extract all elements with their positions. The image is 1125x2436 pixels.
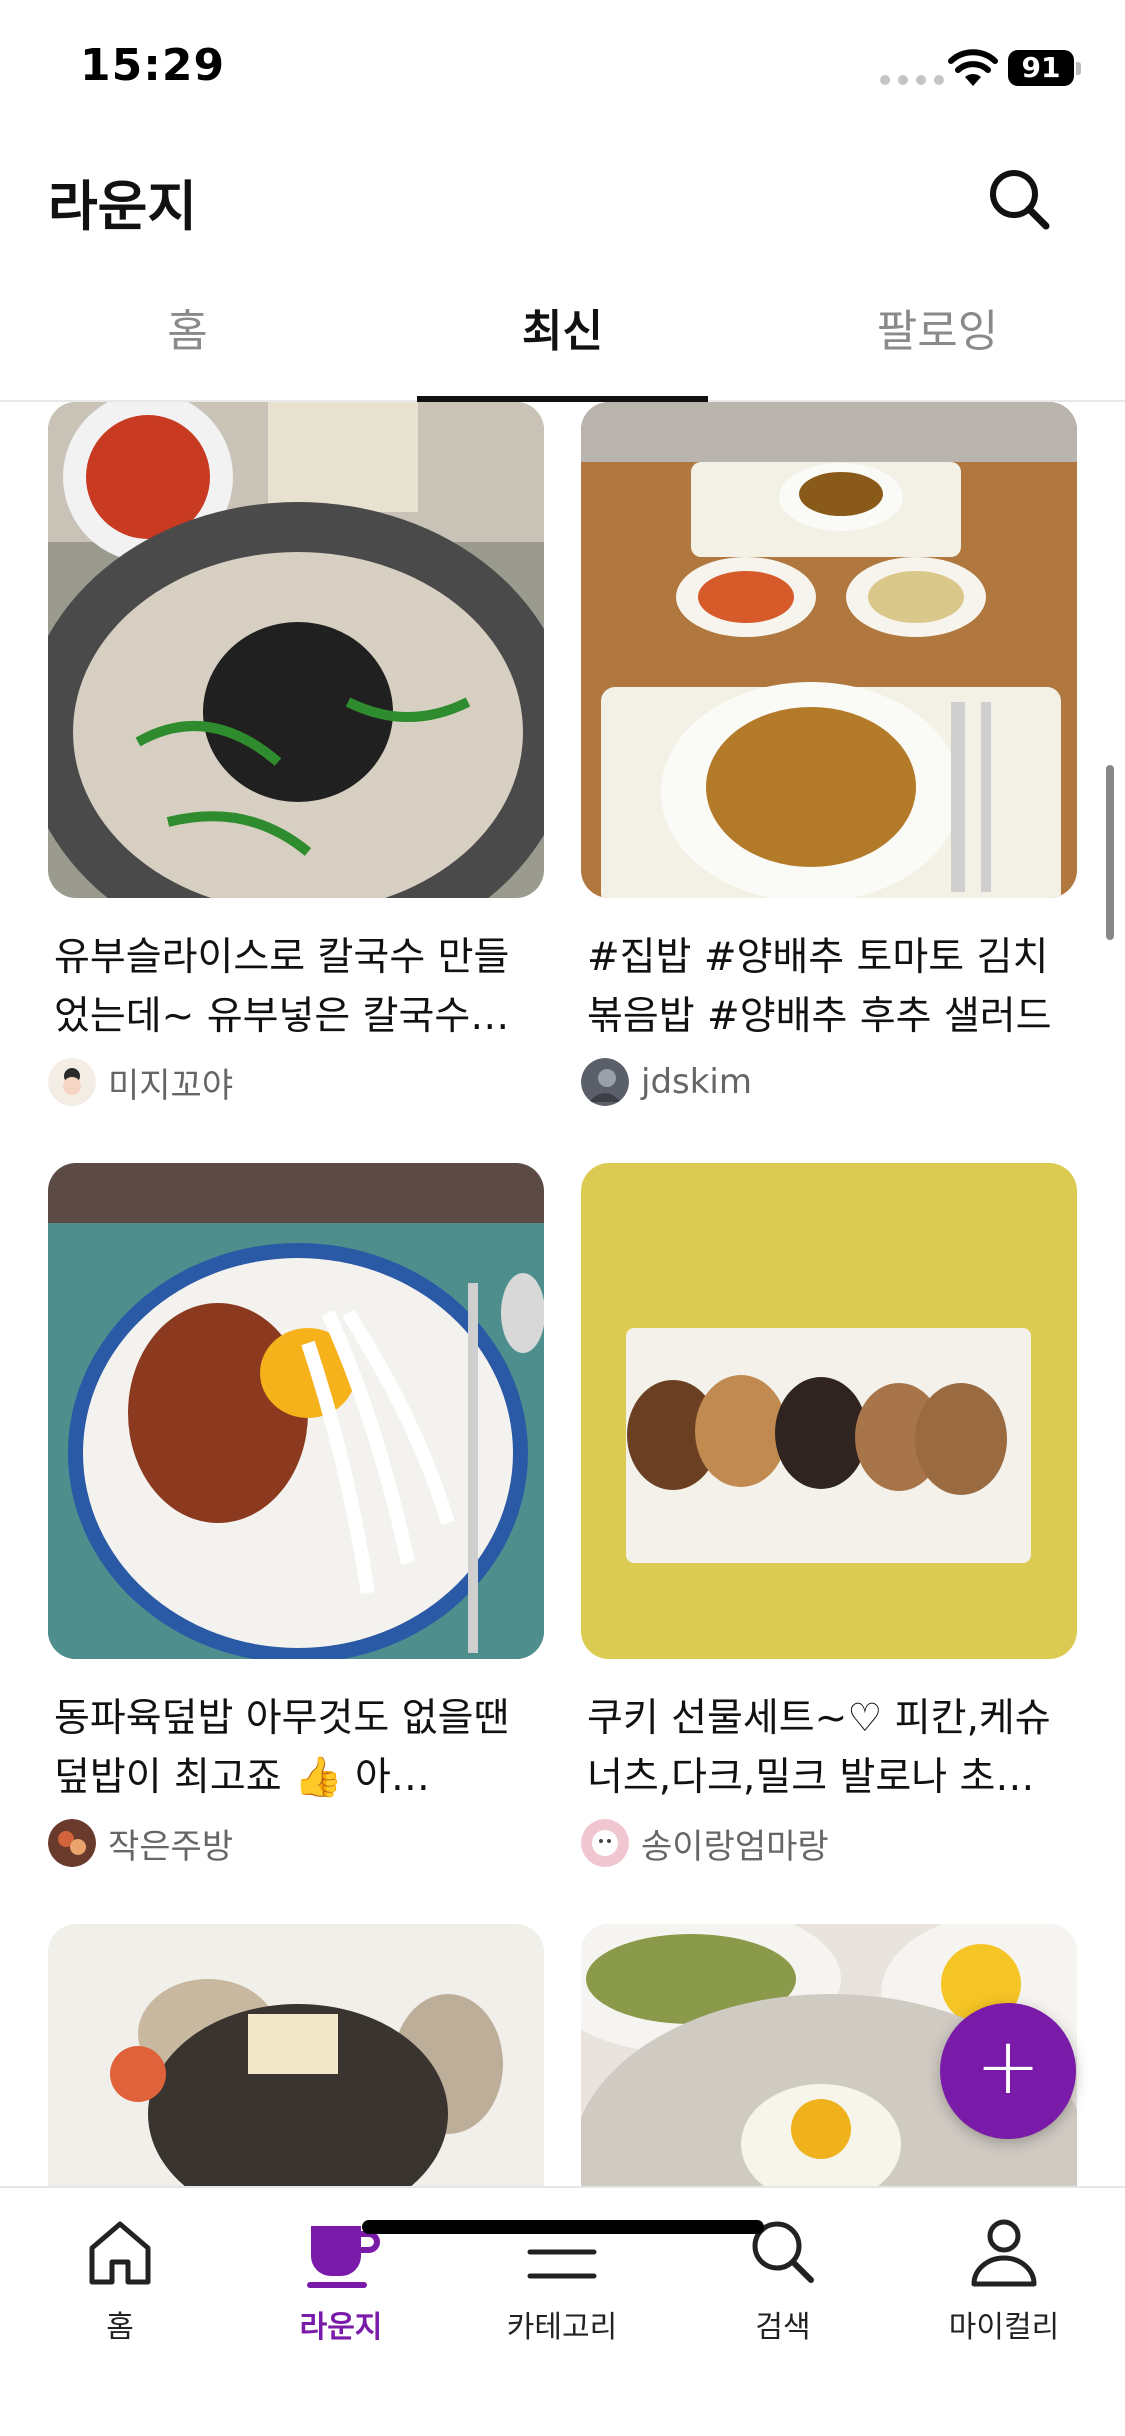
avatar — [581, 1058, 629, 1106]
home-indicator — [362, 2220, 764, 2234]
post-card[interactable]: 동파육덮밥 아무것도 없을땐 덮밥이 최고죠 👍 아… 작은주방 — [48, 1163, 544, 1869]
nav-label: 마이컬리 — [948, 2310, 1060, 2345]
page-title: 라운지 — [48, 175, 198, 238]
post-image[interactable] — [48, 1924, 544, 2186]
wifi-icon — [948, 49, 998, 86]
post-text: #집밥 #양배추 토마토 김치볶음밥 #양배추 후추 샐러드 — [587, 935, 1052, 1039]
battery-indicator: 91 — [1008, 50, 1074, 86]
author-name: 작은주방 — [108, 1826, 234, 1867]
avatar — [581, 1819, 629, 1867]
status-bar: 15:29 91 — [0, 0, 1125, 140]
post-card[interactable]: 쿠키 선물세트~♡ 피칸,케슈너츠,다크,밀크 발로나 초… 송이랑엄마랑 — [581, 1163, 1077, 1869]
person-icon — [971, 2219, 1037, 2287]
post-image[interactable] — [48, 1163, 544, 1659]
avatar — [48, 1058, 96, 1106]
post-image[interactable] — [581, 1163, 1077, 1659]
author-name: jdskim — [641, 1062, 752, 1102]
post-feed[interactable]: 유부슬라이스로 칼국수 만들었는데~ 유부넣은 칼국수… 미지꼬야 #집밥 #양… — [0, 402, 1125, 2186]
home-icon — [89, 2221, 151, 2285]
post-card[interactable]: #집밥 #양배추 토마토 김치볶음밥 #양배추 후추 샐러드 jdskim — [581, 402, 1077, 1108]
post-card[interactable] — [48, 1924, 544, 2186]
avatar — [48, 1819, 96, 1867]
add-post-button[interactable]: + — [940, 2003, 1076, 2139]
post-author[interactable]: 미지꼬야 — [48, 1056, 544, 1108]
post-author[interactable]: jdskim — [581, 1056, 1077, 1108]
post-text: 동파육덮밥 아무것도 없을땐 덮밥이 최고죠 👍 아… — [54, 1696, 510, 1800]
nav-item-home[interactable]: 홈 — [10, 2212, 230, 2346]
author-name: 미지꼬야 — [108, 1065, 234, 1106]
nav-label: 홈 — [106, 2310, 134, 2345]
nav-label: 카테고리 — [506, 2310, 618, 2345]
nav-label: 라운지 — [299, 2310, 383, 2345]
nav-item-my-kurly[interactable]: 마이컬리 — [894, 2212, 1114, 2346]
post-author[interactable]: 작은주방 — [48, 1817, 544, 1869]
post-image[interactable] — [48, 402, 544, 898]
post-text: 유부슬라이스로 칼국수 만들었는데~ 유부넣은 칼국수… — [54, 935, 510, 1039]
post-author[interactable]: 송이랑엄마랑 — [581, 1817, 1077, 1869]
app-header: 라운지 — [0, 140, 1125, 255]
post-text: 쿠키 선물세트~♡ 피칸,케슈너츠,다크,밀크 발로나 초… — [587, 1696, 1051, 1800]
post-card[interactable]: 유부슬라이스로 칼국수 만들었는데~ 유부넣은 칼국수… 미지꼬야 — [48, 402, 544, 1108]
author-name: 송이랑엄마랑 — [641, 1826, 829, 1867]
tab-following[interactable]: 팔로잉 — [750, 280, 1125, 400]
nav-label: 검색 — [755, 2310, 811, 2345]
cellular-signal-icon — [880, 75, 944, 85]
battery-cap — [1076, 62, 1081, 75]
scroll-indicator[interactable] — [1106, 765, 1114, 940]
tab-bar: 홈 최신 팔로잉 — [0, 280, 1125, 402]
search-icon[interactable] — [984, 164, 1054, 234]
post-image[interactable] — [581, 402, 1077, 898]
status-time: 15:29 — [80, 40, 226, 91]
tab-home[interactable]: 홈 — [0, 280, 375, 400]
tab-latest[interactable]: 최신 — [375, 280, 750, 402]
